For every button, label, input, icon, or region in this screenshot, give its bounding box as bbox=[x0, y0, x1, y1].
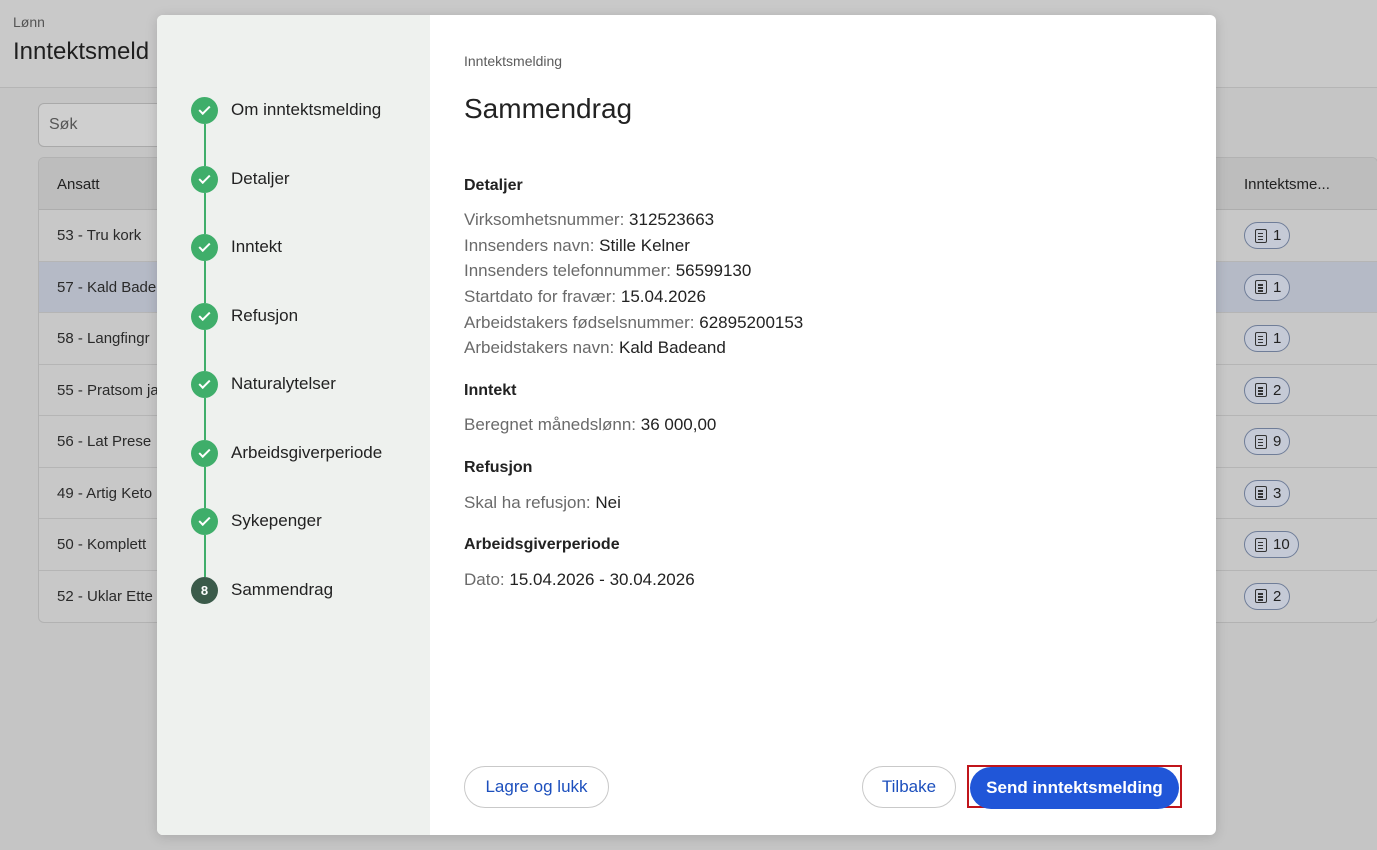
back-button[interactable]: Tilbake bbox=[862, 766, 956, 808]
check-icon bbox=[191, 96, 218, 124]
message-count-badge[interactable]: 2 bbox=[1244, 376, 1291, 404]
check-icon bbox=[191, 439, 218, 467]
step-connector bbox=[204, 193, 206, 234]
step-label: Refusjon bbox=[231, 306, 299, 325]
breadcrumb[interactable]: Lønn bbox=[13, 14, 45, 30]
message-count-badge[interactable]: 9 bbox=[1244, 428, 1291, 455]
document-icon bbox=[1255, 331, 1267, 346]
step-label: Sykepenger bbox=[231, 511, 322, 530]
step-detaljer[interactable]: Detaljer bbox=[191, 165, 290, 193]
step-label: Arbeidsgiverperiode bbox=[231, 443, 383, 462]
employee-name: 55 - Pratsom ja bbox=[57, 381, 159, 399]
summary-line: Arbeidstakers navn: Kald Badeand bbox=[464, 338, 726, 357]
summary-line: Skal ha refusjon: Nei bbox=[464, 493, 621, 512]
document-icon bbox=[1255, 383, 1267, 397]
step-sammendrag[interactable]: 8 Sammendrag bbox=[191, 576, 333, 604]
section-title-refusjon: Refusjon bbox=[464, 459, 533, 476]
employee-name: 49 - Artig Keto bbox=[57, 484, 153, 502]
step-connector bbox=[204, 398, 206, 440]
step-connector bbox=[204, 467, 206, 508]
check-icon bbox=[191, 302, 218, 330]
step-number: 8 bbox=[191, 576, 218, 604]
step-label: Om inntektsmelding bbox=[231, 100, 382, 119]
employee-name: 53 - Tru kork bbox=[57, 227, 142, 244]
step-connector bbox=[204, 535, 206, 577]
summary-line: Innsenders navn: Stille Kelner bbox=[464, 236, 690, 255]
employee-name: 56 - Lat Prese bbox=[57, 433, 152, 450]
message-count-badge[interactable]: 3 bbox=[1244, 479, 1291, 507]
step-connector bbox=[204, 124, 206, 166]
step-label: Detaljer bbox=[231, 169, 290, 188]
page-title: Inntektsmeld bbox=[13, 38, 150, 65]
summary-line: Virksomhetsnummer: 312523663 bbox=[464, 210, 715, 229]
step-om-inntektsmelding[interactable]: Om inntektsmelding bbox=[191, 96, 381, 124]
step-inntekt[interactable]: Inntekt bbox=[191, 233, 282, 261]
message-count-badge[interactable]: 1 bbox=[1244, 325, 1291, 352]
step-sykepenger[interactable]: Sykepenger bbox=[191, 507, 322, 535]
employee-name: 58 - Langfingr bbox=[57, 330, 150, 347]
document-icon bbox=[1255, 537, 1267, 552]
inntektsmelding-modal: Om inntektsmelding Detaljer Inntekt Refu… bbox=[157, 15, 1216, 835]
step-refusjon[interactable]: Refusjon bbox=[191, 302, 298, 330]
step-connector bbox=[204, 261, 206, 303]
check-icon bbox=[191, 233, 218, 261]
message-count-badge[interactable]: 1 bbox=[1244, 273, 1291, 301]
column-header-inntektsmelding[interactable]: Inntektsme... bbox=[1244, 176, 1330, 193]
page-title: Sammendrag bbox=[464, 93, 633, 124]
summary-line: Startdato for fravær: 15.04.2026 bbox=[464, 287, 706, 306]
save-close-button[interactable]: Lagre og lukk bbox=[464, 766, 609, 808]
summary-line: Beregnet månedslønn: 36 000,00 bbox=[464, 415, 717, 434]
step-arbeidsgiverperiode[interactable]: Arbeidsgiverperiode bbox=[191, 439, 382, 467]
summary-line: Innsenders telefonnummer: 56599130 bbox=[464, 261, 752, 280]
step-naturalytelser[interactable]: Naturalytelser bbox=[191, 370, 336, 398]
step-label: Naturalytelser bbox=[231, 374, 336, 393]
document-icon bbox=[1255, 228, 1267, 243]
document-icon bbox=[1255, 434, 1267, 449]
check-icon bbox=[191, 370, 218, 398]
employee-name: 50 - Komplett bbox=[57, 536, 147, 553]
summary-line: Dato: 15.04.2026 - 30.04.2026 bbox=[464, 570, 695, 589]
document-icon bbox=[1255, 589, 1267, 603]
employee-name: 57 - Kald Bade bbox=[57, 278, 157, 296]
column-header-ansatt[interactable]: Ansatt bbox=[57, 176, 100, 193]
check-icon bbox=[191, 165, 218, 193]
section-title-detaljer: Detaljer bbox=[464, 177, 523, 194]
step-label: Inntekt bbox=[231, 237, 283, 256]
step-connector bbox=[204, 330, 206, 371]
document-icon bbox=[1255, 486, 1267, 500]
send-inntektsmelding-button[interactable]: Send inntektsmelding bbox=[970, 767, 1179, 809]
document-icon bbox=[1255, 280, 1267, 294]
summary-line: Arbeidstakers fødselsnummer: 62895200153 bbox=[464, 313, 804, 332]
progress-stepper: Om inntektsmelding Detaljer Inntekt Refu… bbox=[157, 15, 430, 835]
breadcrumb: Inntektsmelding bbox=[464, 53, 563, 69]
step-label: Sammendrag bbox=[231, 580, 334, 599]
message-count-badge[interactable]: 1 bbox=[1244, 222, 1291, 249]
check-icon bbox=[191, 507, 218, 535]
section-title-inntekt: Inntekt bbox=[464, 382, 517, 399]
message-count-badge[interactable]: 2 bbox=[1244, 582, 1291, 610]
section-title-arbeidsgiverperiode: Arbeidsgiverperiode bbox=[464, 536, 620, 553]
employee-name: 52 - Uklar Ette bbox=[57, 587, 153, 605]
message-count-badge[interactable]: 10 bbox=[1244, 531, 1299, 558]
